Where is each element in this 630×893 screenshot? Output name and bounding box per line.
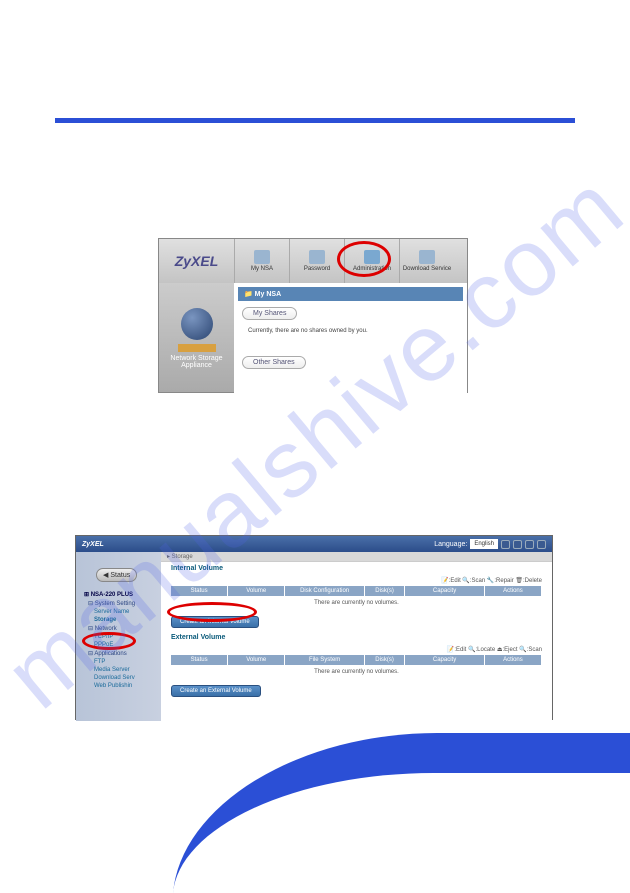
tree-apps[interactable]: ⊟ Applications [80, 649, 157, 658]
empty-text: Currently, there are no shares owned by … [238, 326, 463, 336]
figure-admin-screenshot: ZyXEL My NSA Password Administration Dow… [158, 238, 468, 393]
tree-server[interactable]: Server Name [80, 608, 157, 616]
tab-label: Download Service [403, 266, 451, 272]
help-icon[interactable] [501, 540, 510, 549]
external-title: External Volume [161, 631, 552, 644]
logout-icon[interactable] [537, 540, 546, 549]
globe-icon [181, 308, 213, 340]
my-shares-button[interactable]: My Shares [242, 307, 297, 320]
user-icon[interactable] [525, 540, 534, 549]
info-icon[interactable] [513, 540, 522, 549]
th-actions: Actions [485, 586, 542, 596]
create-external-button[interactable]: Create an External Volume [171, 685, 261, 697]
tree-storage[interactable]: Storage [80, 616, 157, 624]
status-button[interactable]: ◀ Status [96, 568, 137, 582]
external-actions[interactable]: 📝:Edit 🔍:Locate ⏏:Eject 🔍:Scan [161, 644, 552, 655]
th-disks: Disk(s) [365, 655, 405, 665]
th-capacity: Capacity [405, 655, 485, 665]
th-status: Status [171, 586, 228, 596]
nav-tree: ⊞ NSA-220 PLUS ⊟ System Setting Server N… [76, 588, 161, 692]
fig1-topbar: ZyXEL My NSA Password Administration Dow… [159, 239, 467, 283]
internal-title: Internal Volume [161, 562, 552, 575]
th-volume: Volume [228, 586, 285, 596]
device-icon [178, 344, 216, 352]
tree-system[interactable]: ⊟ System Setting [80, 599, 157, 608]
highlight-circle [167, 602, 257, 622]
tab-password[interactable]: Password [289, 239, 344, 283]
tree-ftp[interactable]: FTP [80, 658, 157, 666]
tree-root[interactable]: ⊞ NSA-220 PLUS [80, 590, 157, 599]
device-label: Network Storage Appliance [159, 355, 234, 369]
brand-logo: ZyXEL [159, 253, 234, 269]
th-actions: Actions [485, 655, 542, 665]
tab-label: My NSA [251, 266, 273, 272]
tab-download-service[interactable]: Download Service [399, 239, 454, 283]
fig2-topbar: ZyXEL Language: English [76, 536, 552, 552]
tab-label: Password [304, 266, 330, 272]
th-filesystem: File System [285, 655, 365, 665]
highlight-circle [82, 632, 136, 650]
external-table-header: Status Volume File System Disk(s) Capaci… [171, 655, 542, 665]
tree-web[interactable]: Web Publishin [80, 682, 157, 690]
tree-download[interactable]: Download Serv [80, 674, 157, 682]
fig2-sidebar: ◀ Status ⊞ NSA-220 PLUS ⊟ System Setting… [76, 552, 161, 721]
th-disks: Disk(s) [365, 586, 405, 596]
download-icon [419, 250, 435, 264]
th-disk-config: Disk Configuration [285, 586, 365, 596]
header-divider [55, 118, 575, 123]
highlight-circle [337, 241, 391, 277]
other-shares-button[interactable]: Other Shares [242, 356, 306, 369]
server-icon [254, 250, 270, 264]
th-status: Status [171, 655, 228, 665]
fig1-sidebar: Network Storage Appliance [159, 283, 234, 394]
lang-label: Language: [434, 541, 467, 548]
fig2-main: ▸ Storage Internal Volume 📝:Edit 🔍:Scan … [161, 552, 552, 721]
breadcrumb: ▸ Storage [161, 552, 552, 562]
lang-dropdown[interactable]: English [470, 539, 498, 549]
tab-my-nsa[interactable]: My NSA [234, 239, 289, 283]
th-capacity: Capacity [405, 586, 485, 596]
internal-actions[interactable]: 📝:Edit 🔍:Scan 🔧:Repair 🗑:Delete [161, 575, 552, 586]
external-empty: There are currently no volumes. [161, 665, 552, 679]
language-selector[interactable]: Language: English [434, 539, 546, 549]
fig1-panel: 📁 My NSA My Shares Currently, there are … [234, 283, 467, 394]
th-volume: Volume [228, 655, 285, 665]
tab-administration[interactable]: Administration [344, 239, 399, 283]
tree-media[interactable]: Media Server [80, 666, 157, 674]
brand-logo: ZyXEL [82, 541, 104, 548]
figure-storage-screenshot: ZyXEL Language: English ◀ Status ⊞ NSA-2… [75, 535, 553, 720]
key-icon [309, 250, 325, 264]
panel-header: 📁 My NSA [238, 287, 463, 301]
internal-table-header: Status Volume Disk Configuration Disk(s)… [171, 586, 542, 596]
footer-decoration [230, 813, 630, 893]
